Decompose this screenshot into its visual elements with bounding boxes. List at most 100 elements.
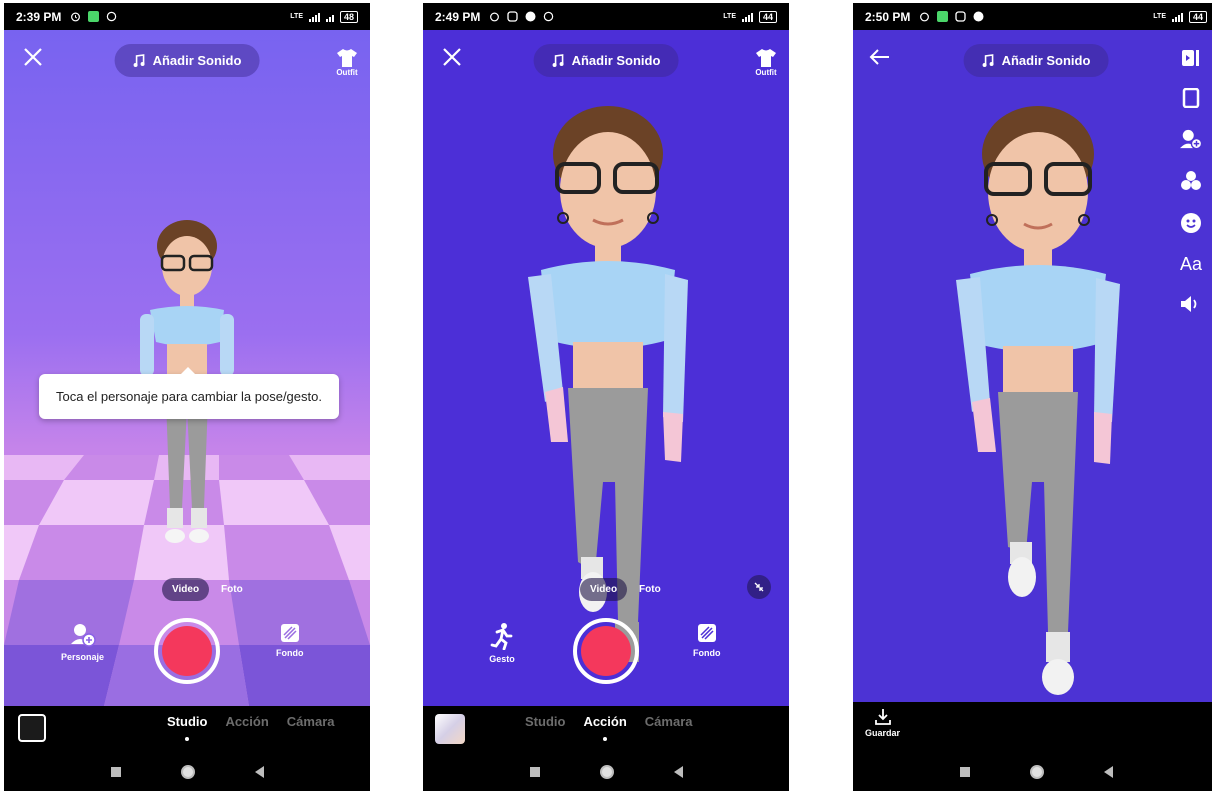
arrow-left-icon[interactable] (869, 48, 891, 71)
whatsapp-icon (105, 11, 117, 23)
back-button[interactable] (254, 765, 264, 778)
music-note-icon (982, 53, 994, 67)
signal-icon (1171, 12, 1183, 22)
tab-group: Studio Acción Cámara (167, 714, 335, 741)
mode-video[interactable]: Video (162, 578, 210, 601)
background-button[interactable]: Fondo (693, 622, 721, 658)
tab-camara[interactable]: Cámara (287, 714, 335, 729)
pose-hint-tooltip: Toca el personaje para cambiar la pose/g… (39, 367, 339, 419)
mode-photo[interactable]: Foto (631, 578, 669, 601)
battery-indicator: 48 (339, 10, 358, 23)
tab-accion[interactable]: Acción (225, 714, 268, 729)
outfit-button[interactable]: Outfit (336, 48, 358, 77)
tshirt-icon (337, 49, 357, 67)
recents-button[interactable] (959, 766, 970, 777)
collapse-icon[interactable] (747, 575, 771, 599)
add-sound-label: Añadir Sonido (571, 53, 661, 68)
add-sound-button[interactable]: Añadir Sonido (114, 44, 260, 77)
tshirt-icon (756, 49, 776, 67)
close-icon[interactable] (441, 46, 463, 73)
screen-studio: 2:39 PM LTE 48 Añadir Sonido Outfit Toca… (4, 3, 370, 791)
app-icon (87, 11, 99, 23)
facebook-icon (972, 11, 984, 23)
close-icon[interactable] (22, 46, 44, 73)
screen-editor: 2:50 PM LTE 44 Añadir Sonido Aa Guardar (853, 3, 1212, 791)
gallery-thumbnail[interactable] (18, 714, 46, 742)
save-label: Guardar (865, 728, 901, 738)
bottom-tab-bar: Studio Acción Cámara (4, 706, 370, 752)
background-button[interactable]: Fondo (276, 622, 304, 658)
gesture-label: Gesto (489, 654, 515, 664)
status-bar: 2:49 PM LTE 44 (423, 3, 789, 30)
emoji-sticker-icon[interactable] (1180, 212, 1202, 234)
home-button[interactable] (599, 764, 614, 779)
capture-mode-toggle[interactable]: Video Foto (162, 578, 251, 601)
recents-button[interactable] (529, 766, 540, 777)
home-button[interactable] (1029, 764, 1044, 779)
record-inner (162, 626, 212, 676)
add-sound-button[interactable]: Añadir Sonido (963, 44, 1109, 77)
facebook-icon (524, 11, 536, 23)
save-button[interactable]: Guardar (865, 708, 900, 738)
add-sound-label: Añadir Sonido (152, 53, 242, 68)
volume-icon[interactable] (1180, 294, 1202, 314)
add-sound-button[interactable]: Añadir Sonido (533, 44, 679, 77)
outfit-label: Outfit (755, 68, 777, 77)
outfit-button[interactable]: Outfit (755, 48, 777, 77)
character-add-icon[interactable] (1179, 128, 1203, 150)
tab-studio[interactable]: Studio (525, 714, 565, 729)
avatar-scene[interactable]: Añadir Sonido Outfit Video Foto Gesto Fo… (423, 30, 789, 706)
gesture-button[interactable]: Gesto (489, 622, 515, 664)
character-add-icon (70, 624, 96, 647)
background-label: Fondo (276, 648, 304, 658)
alarm-icon (488, 11, 500, 23)
avatar-character[interactable] (948, 102, 1128, 702)
status-time: 2:39 PM (16, 9, 62, 24)
signal-icon (741, 12, 753, 22)
tab-studio[interactable]: Studio (167, 714, 207, 741)
network-label: LTE (290, 13, 303, 20)
network-label: LTE (723, 13, 736, 20)
music-note-icon (133, 53, 145, 67)
music-note-icon (552, 53, 564, 67)
system-nav-bar (4, 752, 370, 791)
record-inner (581, 626, 631, 676)
gallery-thumbnail[interactable] (435, 714, 465, 744)
background-pattern-icon (280, 624, 299, 642)
tab-camara[interactable]: Cámara (645, 714, 693, 729)
avatar-scene[interactable]: Añadir Sonido Outfit Toca el personaje p… (4, 30, 370, 706)
status-bar: 2:39 PM LTE 48 (4, 3, 370, 30)
instagram-icon (506, 11, 518, 23)
home-button[interactable] (180, 764, 195, 779)
back-button[interactable] (1103, 765, 1113, 778)
mode-video[interactable]: Video (580, 578, 628, 601)
system-nav-bar (853, 752, 1212, 791)
signal-icon-2 (325, 12, 334, 22)
text-tool[interactable]: Aa (1180, 254, 1202, 274)
capture-mode-toggle[interactable]: Video Foto (580, 578, 669, 601)
back-button[interactable] (673, 765, 683, 778)
bottom-tab-bar: Studio Acción Cámara (423, 706, 789, 752)
alarm-icon (918, 11, 930, 23)
mode-photo[interactable]: Foto (213, 578, 251, 601)
battery-indicator: 44 (1188, 10, 1207, 23)
record-button[interactable] (154, 618, 220, 684)
record-button[interactable] (573, 618, 639, 684)
background-label: Fondo (693, 648, 721, 658)
effects-icon[interactable] (1180, 170, 1202, 192)
instagram-icon (954, 11, 966, 23)
edit-tools-rail: Aa (1179, 48, 1203, 314)
add-sound-label: Añadir Sonido (1001, 53, 1091, 68)
avatar-scene[interactable]: Añadir Sonido Aa (853, 30, 1212, 702)
outfit-label: Outfit (336, 68, 358, 77)
recents-button[interactable] (110, 766, 121, 777)
trim-icon[interactable] (1181, 48, 1201, 68)
tab-accion[interactable]: Acción (583, 714, 627, 741)
alarm-icon (69, 11, 81, 23)
screen-accion: 2:49 PM LTE 44 Añadir Sonido Outfit Vide… (423, 3, 789, 791)
avatar-character[interactable] (523, 102, 693, 702)
background-pattern-icon (697, 624, 716, 642)
aspect-ratio-icon[interactable] (1181, 88, 1201, 108)
character-button[interactable]: Personaje (61, 622, 104, 662)
bottom-action-bar: Guardar (853, 702, 1212, 752)
